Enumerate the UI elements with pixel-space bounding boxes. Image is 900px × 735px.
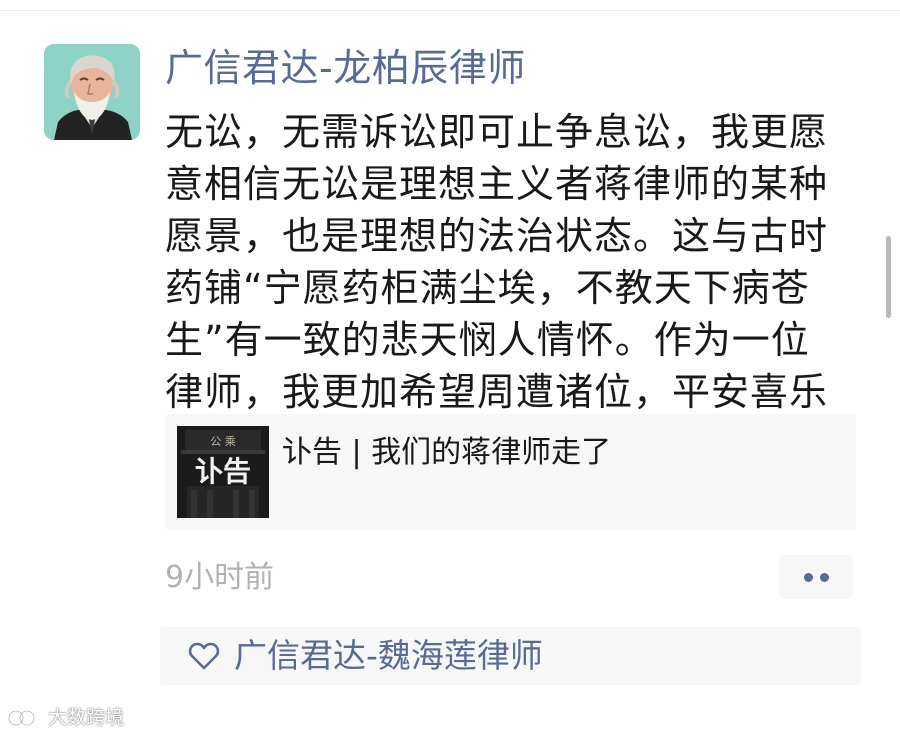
post-text-line: 愿景，也是理想的法治状态。这与古时 xyxy=(165,214,829,258)
post-text-line: 无讼，无需诉讼即可止争息讼，我更愿 xyxy=(165,110,829,154)
post-text-line: 意相信无讼是理想主义者蒋律师的某种 xyxy=(165,162,829,206)
scrollbar[interactable] xyxy=(886,236,891,318)
thumbnail-sign-text: 公 乘 xyxy=(210,435,236,448)
post-text-line: 生”有一致的悲天悯人情怀。作为一位 xyxy=(165,318,810,362)
article-thumbnail-image: 公 乘 讣告 xyxy=(177,426,269,518)
post-text-line: 律师，我更加希望周遭诸位，平安喜乐 xyxy=(165,370,829,414)
moments-feed: 广信君达-龙柏辰律师 无讼，无需诉讼即可止争息讼，我更愿 意相信无讼是理想主义者… xyxy=(0,0,900,735)
article-thumbnail: 公 乘 讣告 xyxy=(177,426,269,518)
shared-article-card[interactable]: 公 乘 讣告 讣告 | 我们的蒋律师走了 xyxy=(165,414,856,530)
more-dots-icon xyxy=(804,573,813,582)
post-text: 无讼，无需诉讼即可止争息讼，我更愿 意相信无讼是理想主义者蒋律师的某种 愿景，也… xyxy=(165,106,855,418)
heart-icon xyxy=(188,642,220,670)
watermark: 大数跨境 xyxy=(8,704,124,730)
post-text-line: 药铺“宁愿药柜满尘埃，不教天下病苍 xyxy=(165,266,810,310)
more-dots-icon xyxy=(820,573,829,582)
post-timestamp: 9小时前 xyxy=(165,560,275,595)
watermark-text: 大数跨境 xyxy=(48,706,125,729)
divider xyxy=(0,10,900,11)
more-actions-button[interactable] xyxy=(779,555,853,599)
likes-section: 广信君达-魏海莲律师 xyxy=(160,627,861,685)
article-title: 讣告 | 我们的蒋律师走了 xyxy=(282,435,612,470)
liker-name[interactable]: 广信君达-魏海莲律师 xyxy=(234,635,543,677)
thumbnail-caption: 讣告 xyxy=(195,455,251,488)
author-name[interactable]: 广信君达-龙柏辰律师 xyxy=(165,42,526,94)
avatar[interactable] xyxy=(44,44,140,140)
watermark-logo-icon xyxy=(8,710,35,725)
